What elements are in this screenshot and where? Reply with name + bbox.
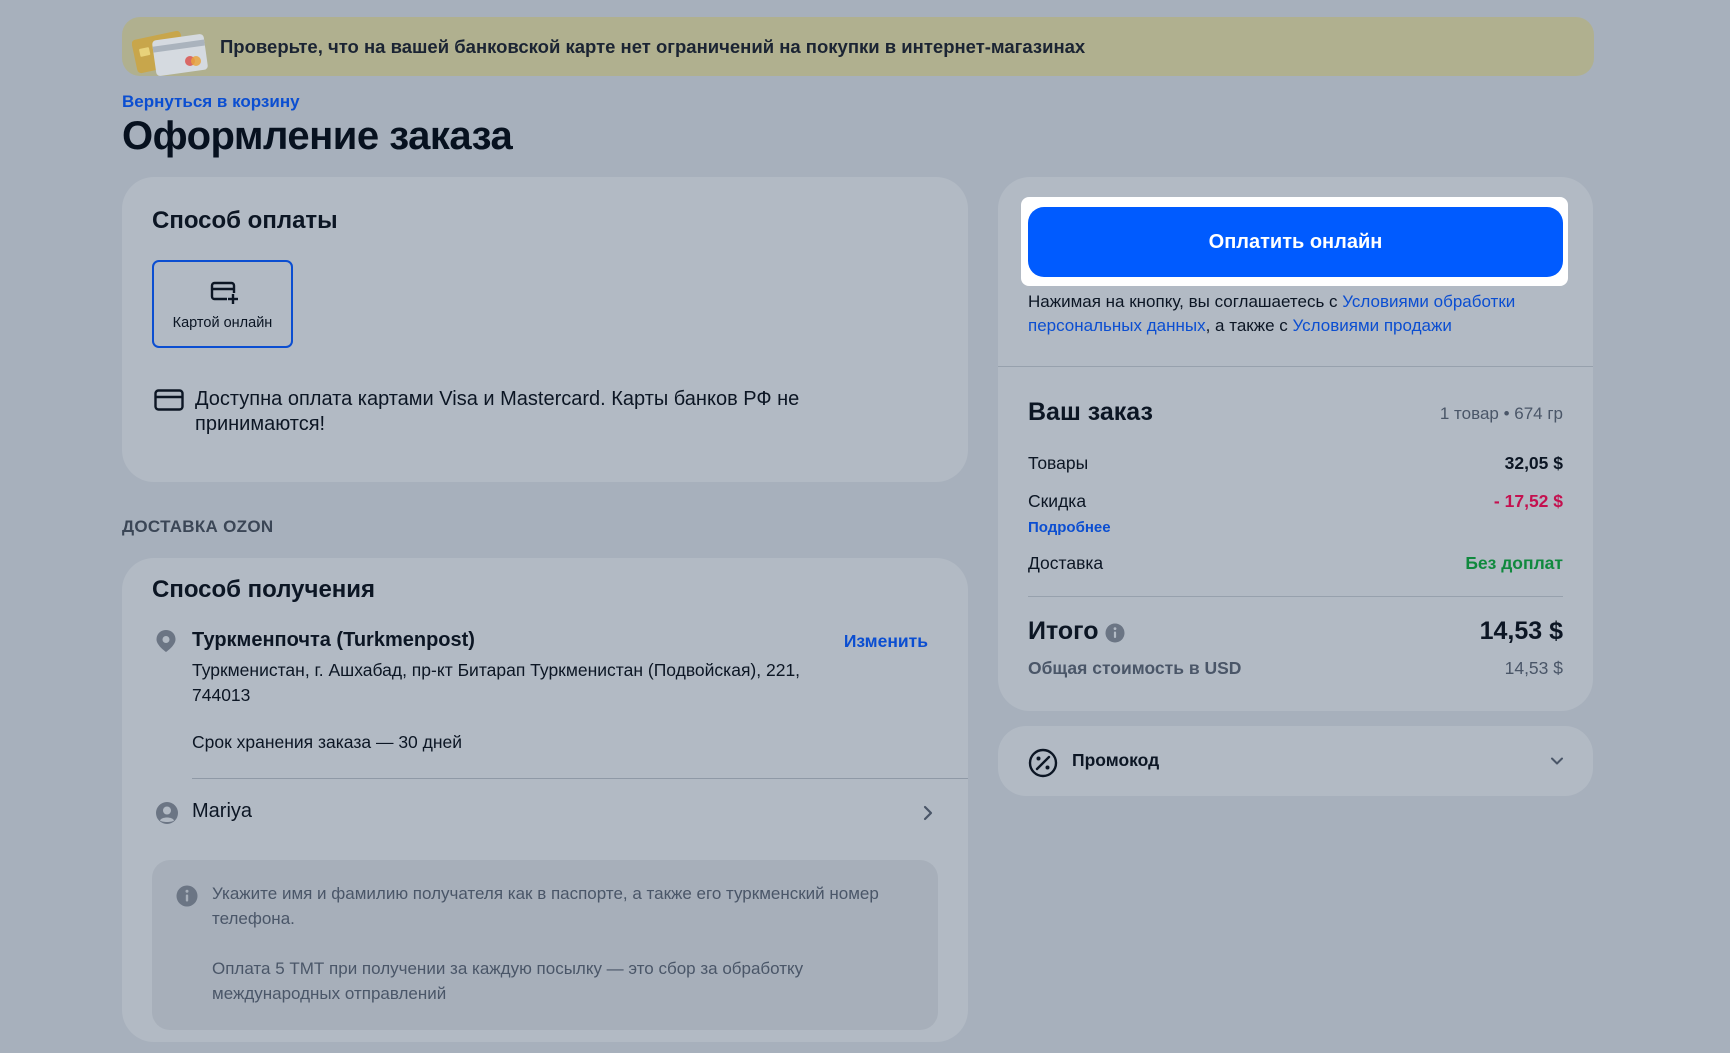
info-icon[interactable]	[1105, 623, 1125, 643]
recipient-row[interactable]: Mariya	[122, 779, 968, 849]
location-pin-icon	[156, 630, 176, 652]
banner-text: Проверьте, что на вашей банковской карте…	[220, 35, 1086, 57]
card-availability-text: Доступна оплата картами Visa и Mastercar…	[195, 388, 800, 435]
divider	[998, 366, 1593, 367]
delivery-cost-label: Доставка	[1028, 553, 1104, 573]
recipient-info-box: Укажите имя и фамилию получателя как в п…	[152, 860, 938, 1030]
sale-terms-link[interactable]: Условиями продажи	[1292, 316, 1451, 335]
card-online-button[interactable]: Картой онлайн	[152, 260, 293, 348]
discount-label: Скидка	[1028, 491, 1087, 511]
page-title: Оформление заказа	[122, 114, 513, 158]
bank-cards-icon	[132, 30, 208, 76]
receive-method-card: Способ получения Туркменпочта (Turkmenpo…	[122, 558, 968, 1042]
discount-details-link[interactable]: Подробнее	[1028, 519, 1111, 536]
order-title: Ваш заказ	[1028, 398, 1153, 426]
credit-card-icon	[154, 389, 184, 411]
goods-value: 32,05 $	[1504, 453, 1563, 473]
agreement-middle: , а также с	[1205, 316, 1293, 335]
delivery-cost-value: Без доплат	[1465, 553, 1563, 573]
total-label: Итого	[1028, 617, 1099, 645]
warning-banner: Проверьте, что на вашей банковской карте…	[122, 17, 1594, 76]
usd-total-value: 14,53 $	[1504, 658, 1563, 678]
divider	[1028, 596, 1563, 597]
pickup-address: Туркменистан, г. Ашхабад, пр-кт Битарап …	[192, 660, 801, 705]
fee-info-text: Оплата 5 ТМТ при получении за каждую пос…	[212, 959, 804, 1003]
pay-online-button[interactable]: Оплатить онлайн	[1028, 207, 1563, 277]
recipient-info-text: Укажите имя и фамилию получателя как в п…	[212, 884, 879, 928]
recipient-name: Mariya	[192, 800, 253, 822]
delivery-section-label: ДОСТАВКА OZON	[122, 517, 274, 536]
card-online-label: Картой онлайн	[172, 315, 273, 331]
order-summary-card: Оплатить онлайн Нажимая на кнопку, вы со…	[998, 177, 1593, 711]
percent-badge-icon	[1028, 748, 1058, 778]
change-pickup-link[interactable]: Изменить	[844, 631, 928, 652]
storage-term: Срок хранения заказа — 30 дней	[192, 732, 463, 752]
payment-method-title: Способ оплаты	[152, 207, 338, 234]
receive-method-title: Способ получения	[152, 576, 376, 603]
agreement-text: Нажимая на кнопку, вы соглашаетесь с Усл…	[1028, 290, 1568, 338]
agreement-prefix: Нажимая на кнопку, вы соглашаетесь с	[1028, 292, 1343, 311]
pickup-point-name: Туркменпочта (Turkmenpost)	[192, 629, 475, 651]
payment-method-card: Способ оплаты Картой онлайн Доступна опл…	[122, 177, 968, 482]
chevron-down-icon	[1551, 757, 1563, 765]
back-to-cart-link[interactable]: Вернуться в корзину	[122, 92, 300, 112]
card-plus-icon	[210, 281, 239, 305]
chevron-right-icon	[923, 805, 933, 821]
promo-code-toggle[interactable]: Промокод	[998, 726, 1593, 796]
goods-label: Товары	[1028, 453, 1089, 473]
user-icon	[156, 802, 178, 824]
promo-code-label: Промокод	[1072, 750, 1160, 770]
order-meta: 1 товар • 674 гр	[1439, 404, 1563, 423]
total-value: 14,53 $	[1479, 617, 1563, 645]
usd-total-label: Общая стоимость в USD	[1028, 658, 1242, 678]
discount-value: - 17,52 $	[1493, 491, 1563, 511]
info-icon	[176, 885, 198, 907]
